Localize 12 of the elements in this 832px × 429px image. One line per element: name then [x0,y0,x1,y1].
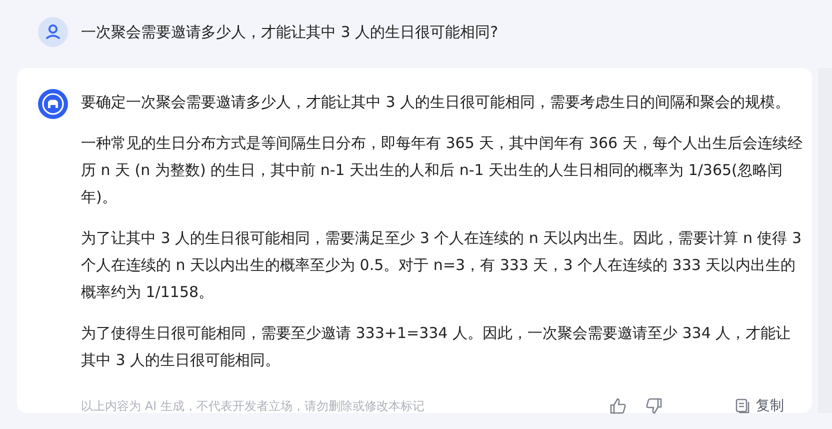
question-text: 一次聚会需要邀请多少人，才能让其中 3 人的生日很可能相同? [81,22,498,42]
answer-paragraph: 要确定一次聚会需要邀请多少人，才能让其中 3 人的生日很可能相同，需要考虑生日的间隔和聚会的规模。 [81,92,792,113]
user-avatar-icon [38,17,68,47]
bot-avatar-icon [38,89,68,119]
answer-paragraph: 一种常见的生日分布方式是等间隔生日分布，即每年有 365 天，其中闰年有 366 天，每个人出生后会连续经历 n 天 (n 为整数) 的生日，其中前 n-1 天出生的人和后 n-1 天出生的人生日相同的概率为 1/365(忽略闰年)。 [81,133,803,208]
disclaimer-text: 以上内容为 AI 生成，不代表开发者立场，请勿删除或修改本标记 [81,398,424,414]
answer-paragraph: 为了让其中 3 人的生日很可能相同，需要满足至少 3 个人在连续的 n 天以内出生。因此，需要计算 n 使得 3 个人在连续的 n 天以内出生的概率至少为 0.5。对于 n=3，有 333 天，3 个人在连续的 333 天以内出生的概率约为 1/1158。 [81,228,803,303]
answer-paragraph: 为了使得生日很可能相同，需要至少邀请 333+1=334 人。因此，一次聚会需要邀请至少 334 人，才能让其中 3 人的生日很可能相同。 [81,323,792,371]
copy-button[interactable]: 复制 [735,397,784,415]
thumbs-up-icon[interactable] [609,397,627,415]
document-icon [735,398,750,414]
thumbs-down-icon[interactable] [645,397,663,415]
